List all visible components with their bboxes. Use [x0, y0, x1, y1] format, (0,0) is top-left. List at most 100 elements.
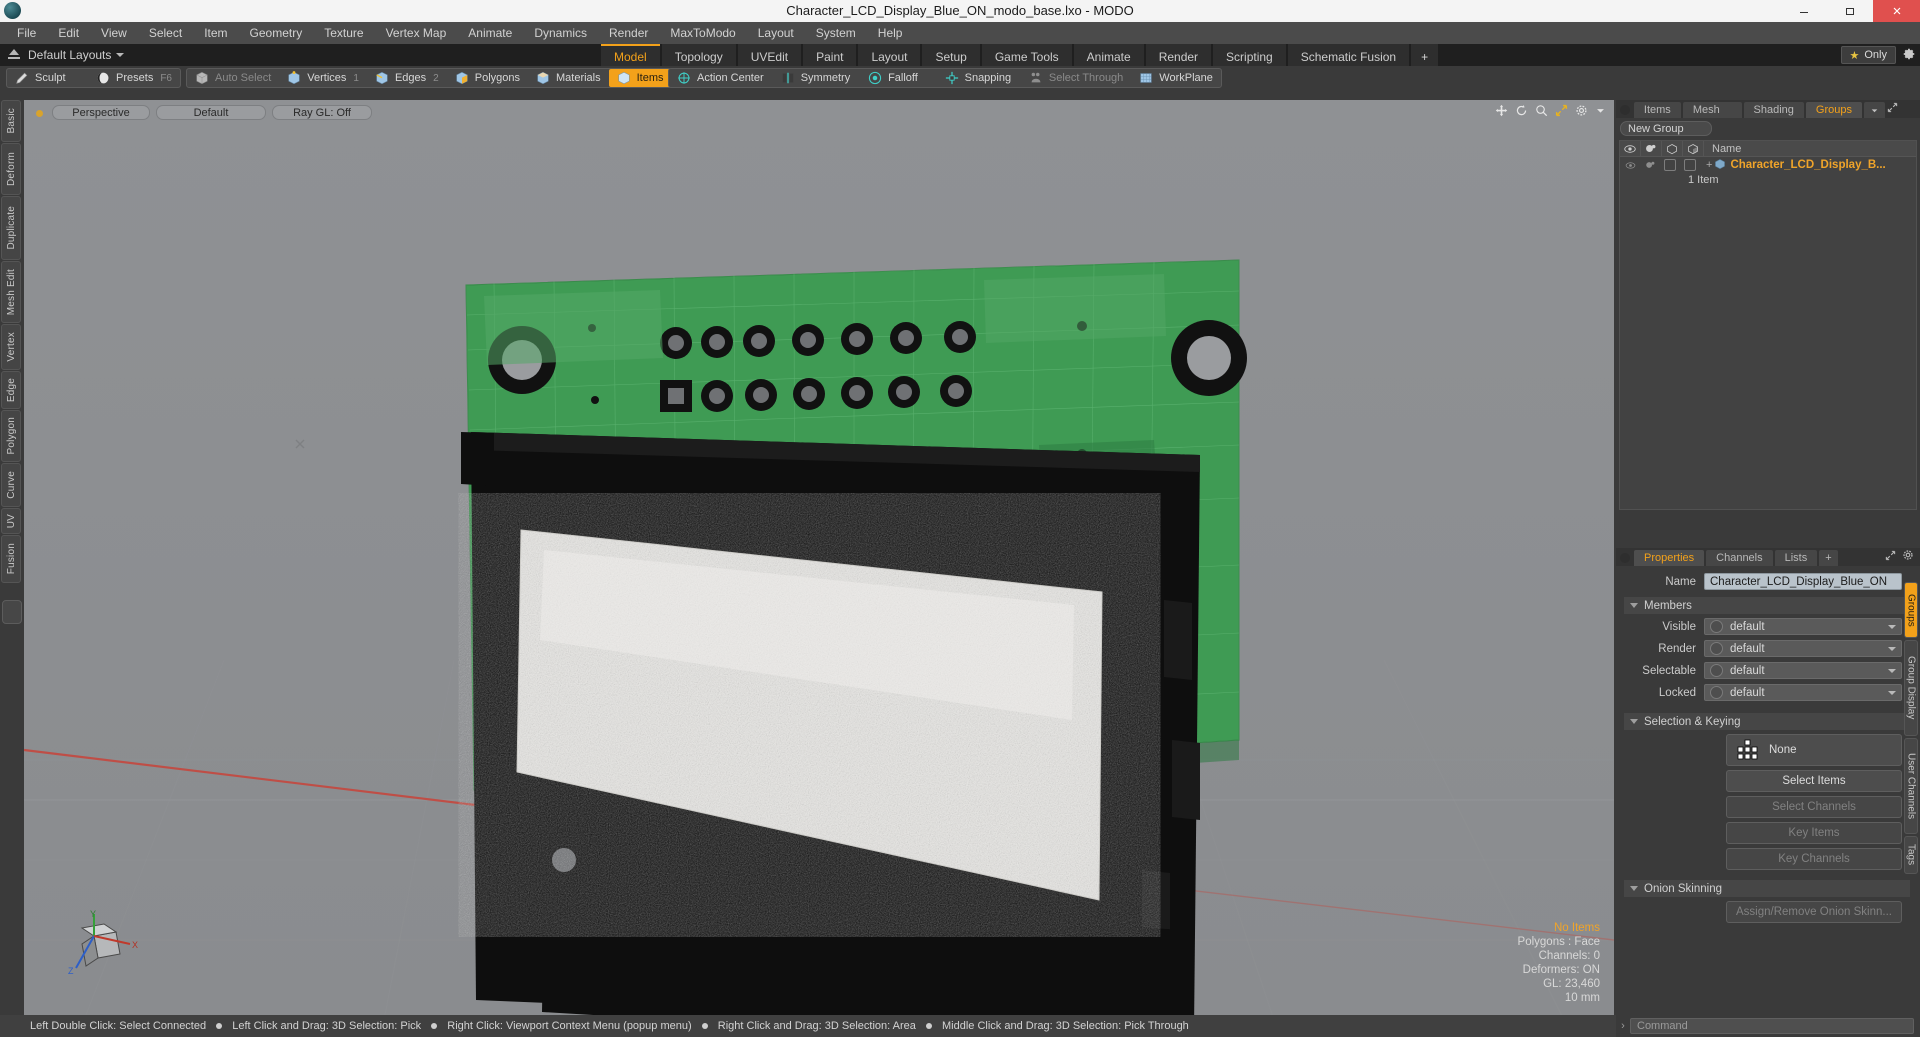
- row-visibility-toggle[interactable]: [1620, 157, 1640, 173]
- polygons-button[interactable]: Polygons: [447, 69, 528, 87]
- table-row[interactable]: + Character_LCD_Display_B...: [1620, 157, 1916, 173]
- selection-set-button[interactable]: None: [1726, 734, 1902, 766]
- tab-properties[interactable]: Properties: [1634, 550, 1705, 566]
- layout-tab-layout[interactable]: Layout: [858, 44, 921, 66]
- left-tab-duplicate[interactable]: Duplicate: [1, 196, 21, 260]
- menu-select[interactable]: Select: [138, 22, 193, 44]
- close-button[interactable]: [1873, 0, 1920, 22]
- left-tab-polygon[interactable]: Polygon: [1, 410, 21, 462]
- menu-system[interactable]: System: [805, 22, 867, 44]
- key-channels-button[interactable]: Key Channels: [1726, 848, 1902, 870]
- left-tab-curve[interactable]: Curve: [1, 463, 21, 507]
- viewport-raygl-dropdown[interactable]: Ray GL: Off: [272, 105, 372, 120]
- eye-icon[interactable]: [1620, 141, 1641, 156]
- left-tab-edge[interactable]: Edge: [1, 371, 21, 409]
- left-tab-fusion[interactable]: Fusion: [1, 535, 21, 583]
- left-tab-vertex[interactable]: Vertex: [1, 324, 21, 370]
- tab-items[interactable]: Items: [1633, 102, 1681, 118]
- edges-button[interactable]: Edges 2: [367, 69, 447, 87]
- maximize-button[interactable]: [1827, 0, 1873, 22]
- left-tab-mesh-edit[interactable]: Mesh Edit: [1, 261, 21, 323]
- layout-tab-setup[interactable]: Setup: [922, 44, 980, 66]
- action-center-button[interactable]: Action Center: [669, 69, 773, 87]
- layout-tab-paint[interactable]: Paint: [803, 44, 857, 66]
- side-tab-user-channels[interactable]: User Channels: [1904, 738, 1918, 834]
- properties-menu-dot-icon[interactable]: [1620, 553, 1630, 563]
- workplane-button[interactable]: WorkPlane: [1131, 69, 1221, 87]
- menu-vertex-map[interactable]: Vertex Map: [375, 22, 458, 44]
- dropdown-icon[interactable]: [1595, 105, 1606, 116]
- rotate-icon[interactable]: [1515, 104, 1528, 117]
- side-tab-groups[interactable]: Groups: [1904, 582, 1918, 638]
- tab-overflow-dropdown-icon[interactable]: [1864, 102, 1885, 118]
- row-wire-checkbox[interactable]: [1660, 157, 1680, 173]
- members-section-header[interactable]: Members: [1624, 597, 1910, 614]
- visible-dropdown[interactable]: default: [1704, 618, 1902, 635]
- menu-animate[interactable]: Animate: [457, 22, 523, 44]
- tab-mesh[interactable]: Mesh ...: [1682, 102, 1742, 132]
- onion-skinning-section-header[interactable]: Onion Skinning: [1624, 880, 1910, 897]
- locked-dropdown[interactable]: default: [1704, 684, 1902, 701]
- side-tab-group-display[interactable]: Group Display: [1904, 640, 1918, 736]
- symmetry-button[interactable]: Symmetry: [773, 69, 860, 87]
- tab-lists[interactable]: Lists: [1774, 550, 1818, 566]
- zoom-icon[interactable]: [1535, 104, 1548, 117]
- gear-icon[interactable]: [1575, 104, 1588, 117]
- layout-tab-scripting[interactable]: Scripting: [1213, 44, 1286, 66]
- left-tab-deform[interactable]: Deform: [1, 143, 21, 195]
- menu-geometry[interactable]: Geometry: [239, 22, 314, 44]
- menu-dynamics[interactable]: Dynamics: [523, 22, 598, 44]
- tab-add[interactable]: +: [1819, 550, 1838, 566]
- panel-expand-icon[interactable]: [1887, 102, 1920, 118]
- left-tab-uv[interactable]: UV: [1, 508, 21, 534]
- expand-plus-icon[interactable]: +: [1706, 159, 1712, 171]
- menu-view[interactable]: View: [90, 22, 138, 44]
- auto-select-button[interactable]: Auto Select: [187, 69, 279, 87]
- render-icon[interactable]: [1641, 141, 1662, 156]
- tab-shading[interactable]: Shading: [1743, 102, 1804, 118]
- presets-button[interactable]: Presets F6: [88, 69, 180, 87]
- viewport-perspective-dropdown[interactable]: Perspective: [52, 105, 150, 120]
- tab-channels[interactable]: Channels: [1706, 550, 1773, 566]
- resize-icon[interactable]: [1555, 104, 1568, 117]
- assign-remove-onion-skin-button[interactable]: Assign/Remove Onion Skinn...: [1726, 901, 1902, 923]
- layout-tab-uvedit[interactable]: UVEdit: [737, 44, 802, 66]
- sculpt-button[interactable]: Sculpt: [7, 69, 88, 87]
- layout-tab-topology[interactable]: Topology: [661, 44, 736, 66]
- select-through-button[interactable]: Select Through: [1021, 69, 1131, 87]
- selectable-state-dot[interactable]: [1710, 664, 1723, 677]
- left-tab-basic[interactable]: Basic: [1, 100, 21, 142]
- menu-file[interactable]: File: [6, 22, 47, 44]
- select-channels-button[interactable]: Select Channels: [1726, 796, 1902, 818]
- tab-groups[interactable]: Groups: [1805, 102, 1862, 118]
- menu-layout[interactable]: Layout: [747, 22, 805, 44]
- row-render-toggle[interactable]: [1640, 157, 1660, 173]
- selection-keying-section-header[interactable]: Selection & Keying: [1624, 713, 1910, 730]
- render-state-dot[interactable]: [1710, 642, 1723, 655]
- menu-maxtomodo[interactable]: MaxToModo: [659, 22, 746, 44]
- render-dropdown[interactable]: default: [1704, 640, 1902, 657]
- shade-icon[interactable]: [1683, 141, 1704, 156]
- new-group-button[interactable]: New Group: [1620, 121, 1712, 136]
- materials-button[interactable]: Materials: [528, 69, 609, 87]
- menu-edit[interactable]: Edit: [47, 22, 90, 44]
- viewport-3d[interactable]: Perspective Default Ray GL: Off Y X Z No…: [24, 100, 1614, 1020]
- menu-item[interactable]: Item: [193, 22, 238, 44]
- name-field[interactable]: Character_LCD_Display_Blue_ON: [1704, 573, 1902, 590]
- visible-state-dot[interactable]: [1710, 620, 1723, 633]
- layout-tab-schematic-fusion[interactable]: Schematic Fusion: [1287, 44, 1410, 66]
- group-item-list[interactable]: Name + Character_LCD_Display_B... 1 Item: [1619, 140, 1917, 510]
- snapping-button[interactable]: Snapping: [937, 69, 1021, 87]
- default-layouts-dropdown[interactable]: Default Layouts: [0, 47, 125, 63]
- layout-tab-game-tools[interactable]: Game Tools: [981, 44, 1072, 66]
- selectable-dropdown[interactable]: default: [1704, 662, 1902, 679]
- menu-help[interactable]: Help: [867, 22, 914, 44]
- vertices-button[interactable]: Vertices 1: [279, 69, 367, 87]
- key-items-button[interactable]: Key Items: [1726, 822, 1902, 844]
- layout-tab-animate[interactable]: Animate: [1073, 44, 1144, 66]
- locked-state-dot[interactable]: [1710, 686, 1723, 699]
- viewport-menu-dot-icon[interactable]: [36, 110, 43, 117]
- settings-gear-icon[interactable]: [1902, 47, 1916, 64]
- menu-texture[interactable]: Texture: [313, 22, 374, 44]
- layout-tab-render[interactable]: Render: [1145, 44, 1212, 66]
